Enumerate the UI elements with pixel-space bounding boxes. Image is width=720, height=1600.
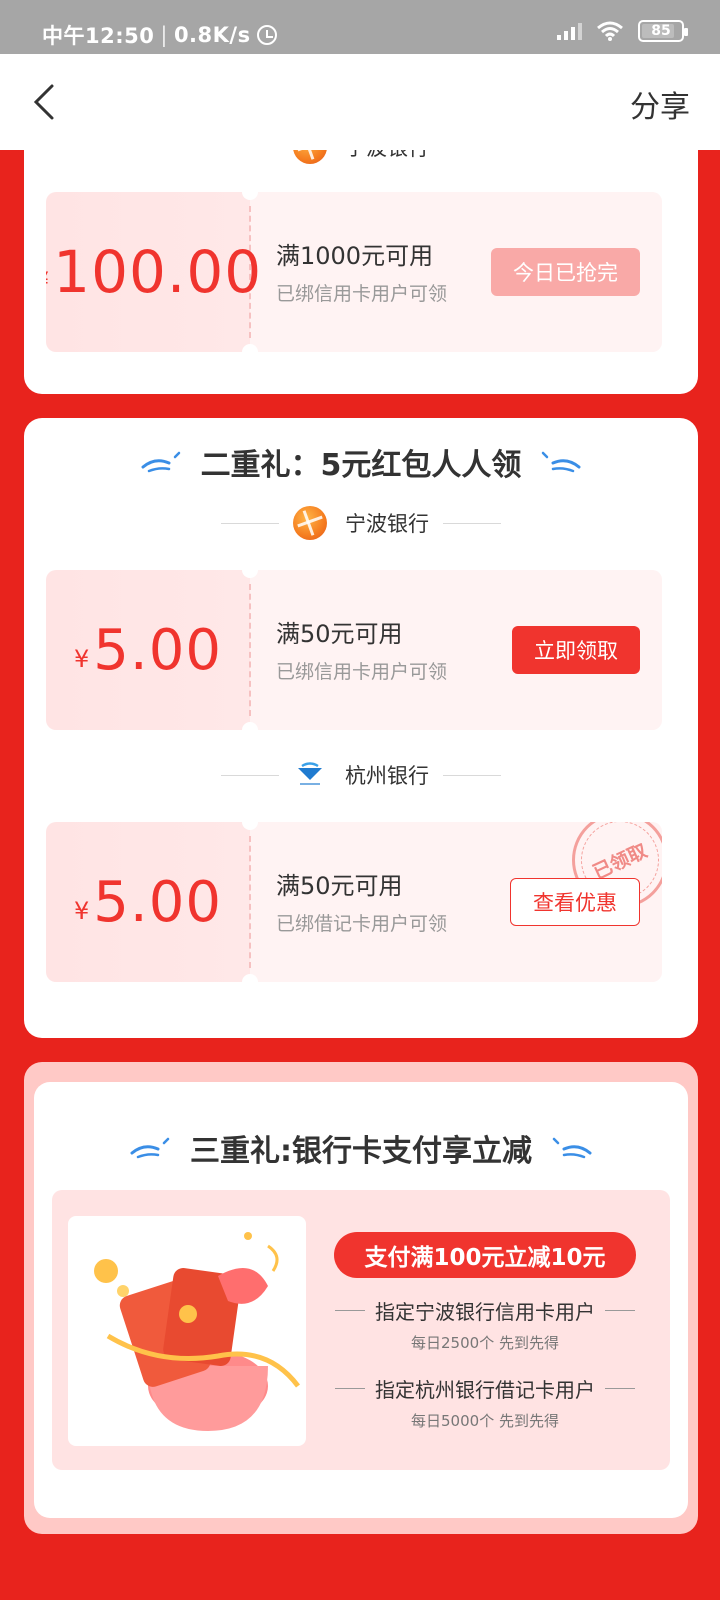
battery-level: 85 bbox=[651, 23, 671, 39]
first-gift-card: 宁波银行 ¥ 100.00 满1000元可用 已绑信用卡用户可领 今日已抢完 bbox=[24, 118, 698, 394]
condition-text: 满50元可用 bbox=[276, 620, 403, 648]
splash-right-icon bbox=[552, 1137, 592, 1159]
nav-bar: 分享 bbox=[0, 54, 720, 150]
section-title: 三重礼:银行卡支付享立减 bbox=[34, 1126, 688, 1170]
claim-now-button[interactable]: 立即领取 bbox=[512, 626, 640, 674]
splash-left-icon bbox=[141, 451, 180, 473]
offer-target-text: 指定杭州银行借记卡用户 bbox=[375, 1378, 595, 1402]
status-separator: | bbox=[160, 23, 168, 47]
splash-left-icon bbox=[130, 1137, 170, 1159]
hangzhou-bank-logo-icon bbox=[298, 762, 322, 785]
sold-out-button[interactable]: 今日已抢完 bbox=[491, 248, 640, 296]
back-icon[interactable] bbox=[28, 82, 64, 122]
offer-target: 指定宁波银行信用卡用户 bbox=[322, 1296, 648, 1325]
currency-symbol: ¥ bbox=[74, 897, 90, 925]
coupon-amount: ¥ 5.00 bbox=[46, 822, 250, 982]
gift-box-icon bbox=[94, 1232, 300, 1431]
share-button[interactable]: 分享 bbox=[630, 82, 690, 126]
discount-tag: 支付满100元立减10元 bbox=[334, 1232, 636, 1278]
signal-icon bbox=[557, 22, 582, 40]
coupon-condition: 满50元可用 已绑借记卡用户可领 bbox=[276, 866, 447, 936]
splash-right-icon bbox=[542, 451, 581, 473]
third-gift-card: 三重礼:银行卡支付享立减 支付满100元立减10元 指定宁波银行信用卡用户 每日… bbox=[24, 1062, 698, 1534]
offer-target-text: 指定宁波银行信用卡用户 bbox=[375, 1300, 595, 1324]
section-title-text: 三重礼:银行卡支付享立减 bbox=[190, 1134, 532, 1169]
bank-header: 宁波银行 bbox=[24, 506, 698, 540]
amount-value: 100.00 bbox=[53, 238, 263, 306]
coupon-ticket: ¥ 5.00 满50元可用 已绑借记卡用户可领 已领取 查看优惠 bbox=[46, 822, 662, 982]
eligibility-text: 已绑信用卡用户可领 bbox=[276, 283, 448, 305]
coupon-condition: 满1000元可用 已绑信用卡用户可领 bbox=[276, 236, 447, 306]
battery-icon: 85 bbox=[638, 20, 688, 42]
coupon-condition: 满50元可用 已绑信用卡用户可领 bbox=[276, 614, 447, 684]
offer-note: 每日5000个 先到先得 bbox=[411, 1412, 559, 1430]
condition-text: 满1000元可用 bbox=[276, 242, 434, 270]
coupon-ticket: ¥ 100.00 满1000元可用 已绑信用卡用户可领 今日已抢完 bbox=[46, 192, 662, 352]
amount-value: 5.00 bbox=[93, 617, 222, 683]
alarm-icon bbox=[256, 25, 277, 45]
wifi-icon bbox=[597, 21, 623, 41]
bank-name: 杭州银行 bbox=[345, 764, 429, 788]
section-title: 二重礼：5元红包人人领 bbox=[24, 440, 698, 484]
section-title-text: 二重礼：5元红包人人领 bbox=[200, 448, 522, 483]
coupon-amount: ¥ 100.00 bbox=[46, 192, 261, 352]
amount-value: 5.00 bbox=[93, 869, 222, 935]
status-bar: 中午12:50 | 0.8K/s 85 bbox=[0, 0, 720, 54]
red-packet-gift-image bbox=[68, 1216, 306, 1446]
condition-text: 满50元可用 bbox=[276, 872, 403, 900]
bank-header: 杭州银行 bbox=[24, 758, 698, 792]
status-time: 中午12:50 bbox=[42, 24, 155, 48]
bank-name: 宁波银行 bbox=[345, 512, 429, 536]
network-speed: 0.8K/s bbox=[173, 23, 251, 47]
currency-symbol: ¥ bbox=[74, 645, 90, 673]
status-left: 中午12:50 | 0.8K/s bbox=[42, 20, 277, 50]
eligibility-text: 已绑信用卡用户可领 bbox=[276, 661, 448, 683]
status-right: 85 bbox=[557, 20, 688, 42]
stamp-text: 已领取 bbox=[590, 839, 652, 884]
offer-note: 每日2500个 先到先得 bbox=[411, 1334, 559, 1352]
view-offer-button[interactable]: 查看优惠 bbox=[510, 878, 640, 926]
currency-symbol: ¥ bbox=[46, 267, 49, 295]
ningbo-bank-logo-icon bbox=[293, 506, 327, 540]
third-gift-inner: 三重礼:银行卡支付享立减 支付满100元立减10元 指定宁波银行信用卡用户 每日… bbox=[34, 1082, 688, 1518]
second-gift-card: 二重礼：5元红包人人领 宁波银行 ¥ 5.00 满50元可用 已绑信用卡用户可领… bbox=[24, 418, 698, 1038]
offer-target: 指定杭州银行借记卡用户 bbox=[322, 1374, 648, 1403]
coupon-amount: ¥ 5.00 bbox=[46, 570, 250, 730]
coupon-ticket: ¥ 5.00 满50元可用 已绑信用卡用户可领 立即领取 bbox=[46, 570, 662, 730]
promo-panel: 支付满100元立减10元 指定宁波银行信用卡用户 每日2500个 先到先得 指定… bbox=[52, 1190, 670, 1470]
eligibility-text: 已绑借记卡用户可领 bbox=[276, 913, 448, 935]
